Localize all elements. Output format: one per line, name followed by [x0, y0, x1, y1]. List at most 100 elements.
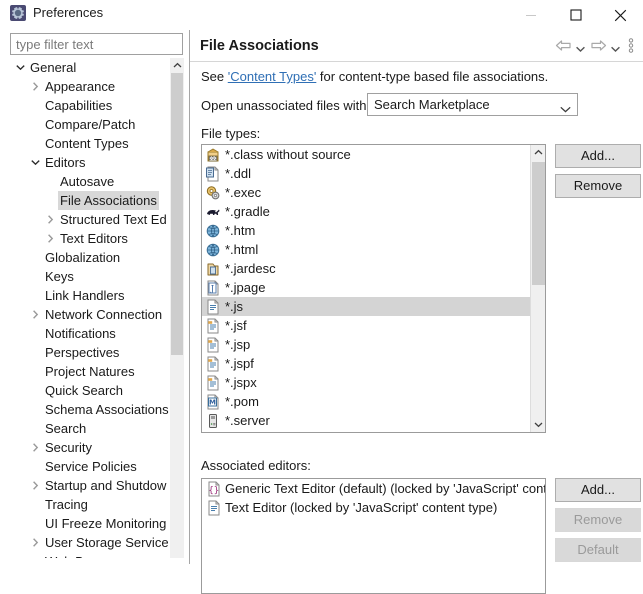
sidebar-item-quick-search[interactable]: Quick Search: [10, 381, 183, 400]
hint-prefix: See: [201, 69, 228, 84]
file-type-row[interactable]: *.html: [202, 240, 530, 259]
maven-file-icon: M: [205, 394, 221, 410]
file-type-label: *.server: [225, 413, 270, 428]
file-types-add-button[interactable]: Add...: [555, 144, 641, 168]
chevron-down-icon[interactable]: [28, 153, 42, 172]
file-types-list[interactable]: 010 *.class without source *.ddl *.exec *.gr…: [201, 144, 546, 433]
sidebar-item-search[interactable]: Search: [10, 419, 183, 438]
text-file-icon: [205, 299, 221, 315]
chevron-up-icon[interactable]: [531, 145, 545, 160]
sidebar-item-label: Security: [45, 440, 92, 455]
preferences-tree[interactable]: General Appearance Capabilities Compare/Pat…: [10, 58, 183, 558]
sidebar-item-perspectives[interactable]: Perspectives: [10, 343, 183, 362]
file-type-row[interactable]: *.gradle: [202, 202, 530, 221]
forward-button[interactable]: [589, 38, 607, 56]
globe-file-icon: [205, 223, 221, 239]
header-divider: [190, 61, 643, 62]
sidebar-item-user-storage-service[interactable]: User Storage Service: [10, 533, 183, 552]
associated-editors-add-button[interactable]: Add...: [555, 478, 641, 502]
file-type-row[interactable]: 010 *.class without source: [202, 145, 530, 164]
sidebar-item-schema-associations[interactable]: Schema Associations: [10, 400, 183, 419]
forward-history-dropdown[interactable]: [609, 38, 622, 56]
sidebar-item-keys[interactable]: Keys: [10, 267, 183, 286]
file-type-row[interactable]: *.jsp: [202, 335, 530, 354]
sidebar-item-service-policies[interactable]: Service Policies: [10, 457, 183, 476]
sidebar-item-network-connection[interactable]: Network Connection: [10, 305, 183, 324]
sidebar-item-text-editors[interactable]: Text Editors: [10, 229, 183, 248]
sidebar-item-ui-freeze-monitoring[interactable]: UI Freeze Monitoring: [10, 514, 183, 533]
title-bar: Preferences: [0, 0, 643, 30]
open-unassociated-select[interactable]: Search Marketplace: [367, 93, 578, 116]
sidebar-item-editors[interactable]: Editors: [10, 153, 183, 172]
close-button[interactable]: [598, 0, 643, 30]
file-type-row[interactable]: *.exec: [202, 183, 530, 202]
file-type-row[interactable]: *.jardesc: [202, 259, 530, 278]
sidebar-item-content-types[interactable]: Content Types: [10, 134, 183, 153]
sidebar-scrollbar[interactable]: [170, 58, 184, 558]
chevron-up-icon[interactable]: [170, 58, 184, 72]
chevron-right-icon[interactable]: [28, 533, 42, 552]
chevron-right-icon[interactable]: [28, 77, 42, 96]
sidebar-item-appearance[interactable]: Appearance: [10, 77, 183, 96]
file-type-row[interactable]: *.jsf: [202, 316, 530, 335]
chevron-right-icon[interactable]: [28, 305, 42, 324]
sidebar-item-label: Capabilities: [45, 98, 113, 113]
chevron-down-icon[interactable]: [531, 417, 545, 432]
sidebar-item-link-handlers[interactable]: Link Handlers: [10, 286, 183, 305]
sidebar-item-project-natures[interactable]: Project Natures: [10, 362, 183, 381]
sidebar-item-structured-text-ed[interactable]: Structured Text Ed: [10, 210, 183, 229]
window-controls: [508, 0, 643, 30]
sidebar-item-web-browser[interactable]: Web Browser: [10, 552, 183, 558]
sidebar-item-startup-and-shutdow[interactable]: Startup and Shutdow: [10, 476, 183, 495]
file-type-row[interactable]: *.ddl: [202, 164, 530, 183]
file-type-row[interactable]: *.jspf: [202, 354, 530, 373]
sidebar-item-file-associations[interactable]: File Associations: [10, 191, 183, 210]
file-type-row[interactable]: *.jspx: [202, 373, 530, 392]
sidebar-item-globalization[interactable]: Globalization: [10, 248, 183, 267]
gradle-file-icon: [205, 204, 221, 220]
minimize-button[interactable]: [508, 0, 553, 30]
file-type-row[interactable]: M *.pom: [202, 392, 530, 411]
back-history-dropdown[interactable]: [574, 38, 587, 56]
file-type-label: *.js: [225, 299, 244, 314]
file-types-scrollbar[interactable]: [530, 145, 545, 432]
file-types-scrollbar-thumb[interactable]: [532, 162, 545, 285]
associated-editor-row[interactable]: Text Editor (locked by 'JavaScript' cont…: [202, 498, 545, 517]
chevron-down-icon[interactable]: [13, 58, 27, 77]
sidebar-scrollbar-thumb[interactable]: [171, 73, 183, 355]
close-icon: [614, 9, 627, 22]
sidebar-item-general[interactable]: General: [10, 58, 183, 77]
chevron-right-icon[interactable]: [28, 438, 42, 457]
sidebar-item-security[interactable]: Security: [10, 438, 183, 457]
file-type-label: *.jpage: [225, 280, 266, 295]
chevron-right-icon[interactable]: [43, 229, 57, 248]
associated-editors-default-button: Default: [555, 538, 641, 562]
content-types-link[interactable]: 'Content Types': [228, 69, 317, 84]
sidebar-item-notifications[interactable]: Notifications: [10, 324, 183, 343]
search-input[interactable]: [10, 33, 183, 55]
sidebar-item-tracing[interactable]: Tracing: [10, 495, 183, 514]
file-type-row[interactable]: *.js: [202, 297, 530, 316]
chevron-right-icon[interactable]: [43, 210, 57, 229]
associated-editor-row[interactable]: {} Generic Text Editor (default) (locked …: [202, 479, 545, 498]
file-type-row[interactable]: *.htm: [202, 221, 530, 240]
chevron-right-icon[interactable]: [28, 476, 42, 495]
file-type-row[interactable]: *.server: [202, 411, 530, 430]
sidebar-item-label: Project Natures: [45, 364, 135, 379]
sidebar-item-autosave[interactable]: Autosave: [10, 172, 183, 191]
jsp-file-icon: [205, 375, 221, 391]
view-menu-button[interactable]: [624, 38, 637, 56]
file-types-remove-button[interactable]: Remove: [555, 174, 641, 198]
associated-editors-remove-button: Remove: [555, 508, 641, 532]
sidebar-item-compare-patch[interactable]: Compare/Patch: [10, 115, 183, 134]
sidebar-item-label: Link Handlers: [45, 288, 125, 303]
associated-editors-list[interactable]: {} Generic Text Editor (default) (locked …: [201, 478, 546, 594]
maximize-button[interactable]: [553, 0, 598, 30]
sidebar-item-capabilities[interactable]: Capabilities: [10, 96, 183, 115]
back-button[interactable]: [554, 38, 572, 56]
file-type-row[interactable]: J *.jpage: [202, 278, 530, 297]
sidebar-item-label: Content Types: [45, 136, 129, 151]
minimize-icon: [525, 9, 537, 21]
